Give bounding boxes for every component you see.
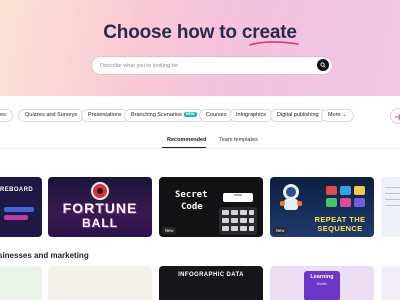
template-card-partial[interactable]: [381, 177, 400, 237]
chip-challenges[interactable]: enges: [0, 109, 13, 122]
tab-team-templates[interactable]: Team templates: [219, 137, 258, 143]
card-title-line1: REPEAT THE: [314, 215, 366, 224]
title-underline-swoosh: [249, 41, 299, 46]
chip-label: Presentations: [88, 112, 122, 118]
code-display: ****: [223, 193, 253, 202]
divider: [0, 148, 400, 149]
chip-label: More: [328, 112, 341, 118]
card-decoration: [4, 207, 34, 212]
sequence-grid-icon: [326, 186, 366, 208]
chip-infographics[interactable]: Infographics: [229, 109, 273, 122]
chip-label: Digital publishing: [277, 112, 319, 118]
template-card[interactable]: [48, 266, 152, 300]
template-card[interactable]: [0, 266, 42, 300]
card-thumbnail: Learning Mobile: [304, 271, 340, 300]
template-card-infographic-data[interactable]: INFOGRAPHIC DATA: [159, 266, 263, 300]
card-title: Learning: [310, 274, 334, 280]
chip-presentations[interactable]: Presentations: [81, 109, 129, 122]
card-title: REBOARD: [0, 187, 34, 193]
template-card-fortune-ball[interactable]: FORTUNE BALL: [48, 177, 152, 237]
chip-digital-publishing[interactable]: Digital publishing: [270, 109, 326, 122]
keypad-icon: [219, 207, 257, 235]
card-decoration: [385, 187, 400, 188]
new-badge: New: [162, 227, 177, 234]
template-card-learning[interactable]: Learning Mobile: [270, 266, 374, 300]
chevron-down-icon: ⌄: [342, 112, 347, 118]
page-title: Choose how to create: [0, 22, 400, 44]
search-bar: [92, 57, 332, 74]
card-title-line2: Code: [181, 202, 203, 212]
chip-label: Infographics: [236, 112, 266, 118]
card-decoration: [385, 205, 400, 206]
card-title-line2: SEQUENCE: [317, 224, 363, 233]
search-button[interactable]: [317, 59, 329, 71]
new-badge: New: [273, 227, 288, 234]
chip-label: enges: [0, 112, 6, 118]
chip-label: Branching Scenarios: [131, 112, 182, 118]
card-subtitle: Mobile: [316, 282, 328, 286]
card-title-line1: FORTUNE: [62, 200, 138, 216]
chip-more[interactable]: More ⌄: [321, 109, 354, 122]
chip-label: Quizzes and Surveys: [25, 112, 77, 118]
chip-label: Courses: [206, 112, 227, 118]
arrow-right-icon: [395, 114, 400, 120]
tab-recommended[interactable]: Recommended: [167, 137, 206, 143]
card-title: INFOGRAPHIC DATA: [178, 272, 244, 278]
scroll-right-button[interactable]: [390, 108, 400, 124]
chip-branching-scenarios[interactable]: Branching Scenarios NEW: [124, 109, 204, 122]
hero-banner: Choose how to create: [0, 0, 400, 96]
search-input[interactable]: [100, 59, 310, 72]
card-decoration: [385, 193, 400, 194]
template-card-partial[interactable]: [381, 266, 400, 300]
template-card-secret-code[interactable]: Secret Code **** New: [159, 177, 263, 237]
title-main: Choose how to: [103, 22, 242, 43]
new-tag: NEW: [183, 112, 197, 117]
chip-quizzes-surveys[interactable]: Quizzes and Surveys: [18, 109, 84, 122]
template-card-gameboard[interactable]: REBOARD: [0, 177, 42, 237]
card-title-line1: Secret: [175, 190, 208, 200]
card-decoration: [385, 199, 400, 200]
search-icon: [320, 62, 326, 68]
astronaut-icon: [280, 184, 302, 210]
card-title-line2: BALL: [82, 216, 118, 230]
ball-logo-icon: [91, 182, 109, 200]
card-decoration: [4, 215, 28, 220]
section-title: sinesses and marketing: [0, 251, 89, 260]
template-card-repeat-sequence[interactable]: REPEAT THE SEQUENCE New: [270, 177, 374, 237]
